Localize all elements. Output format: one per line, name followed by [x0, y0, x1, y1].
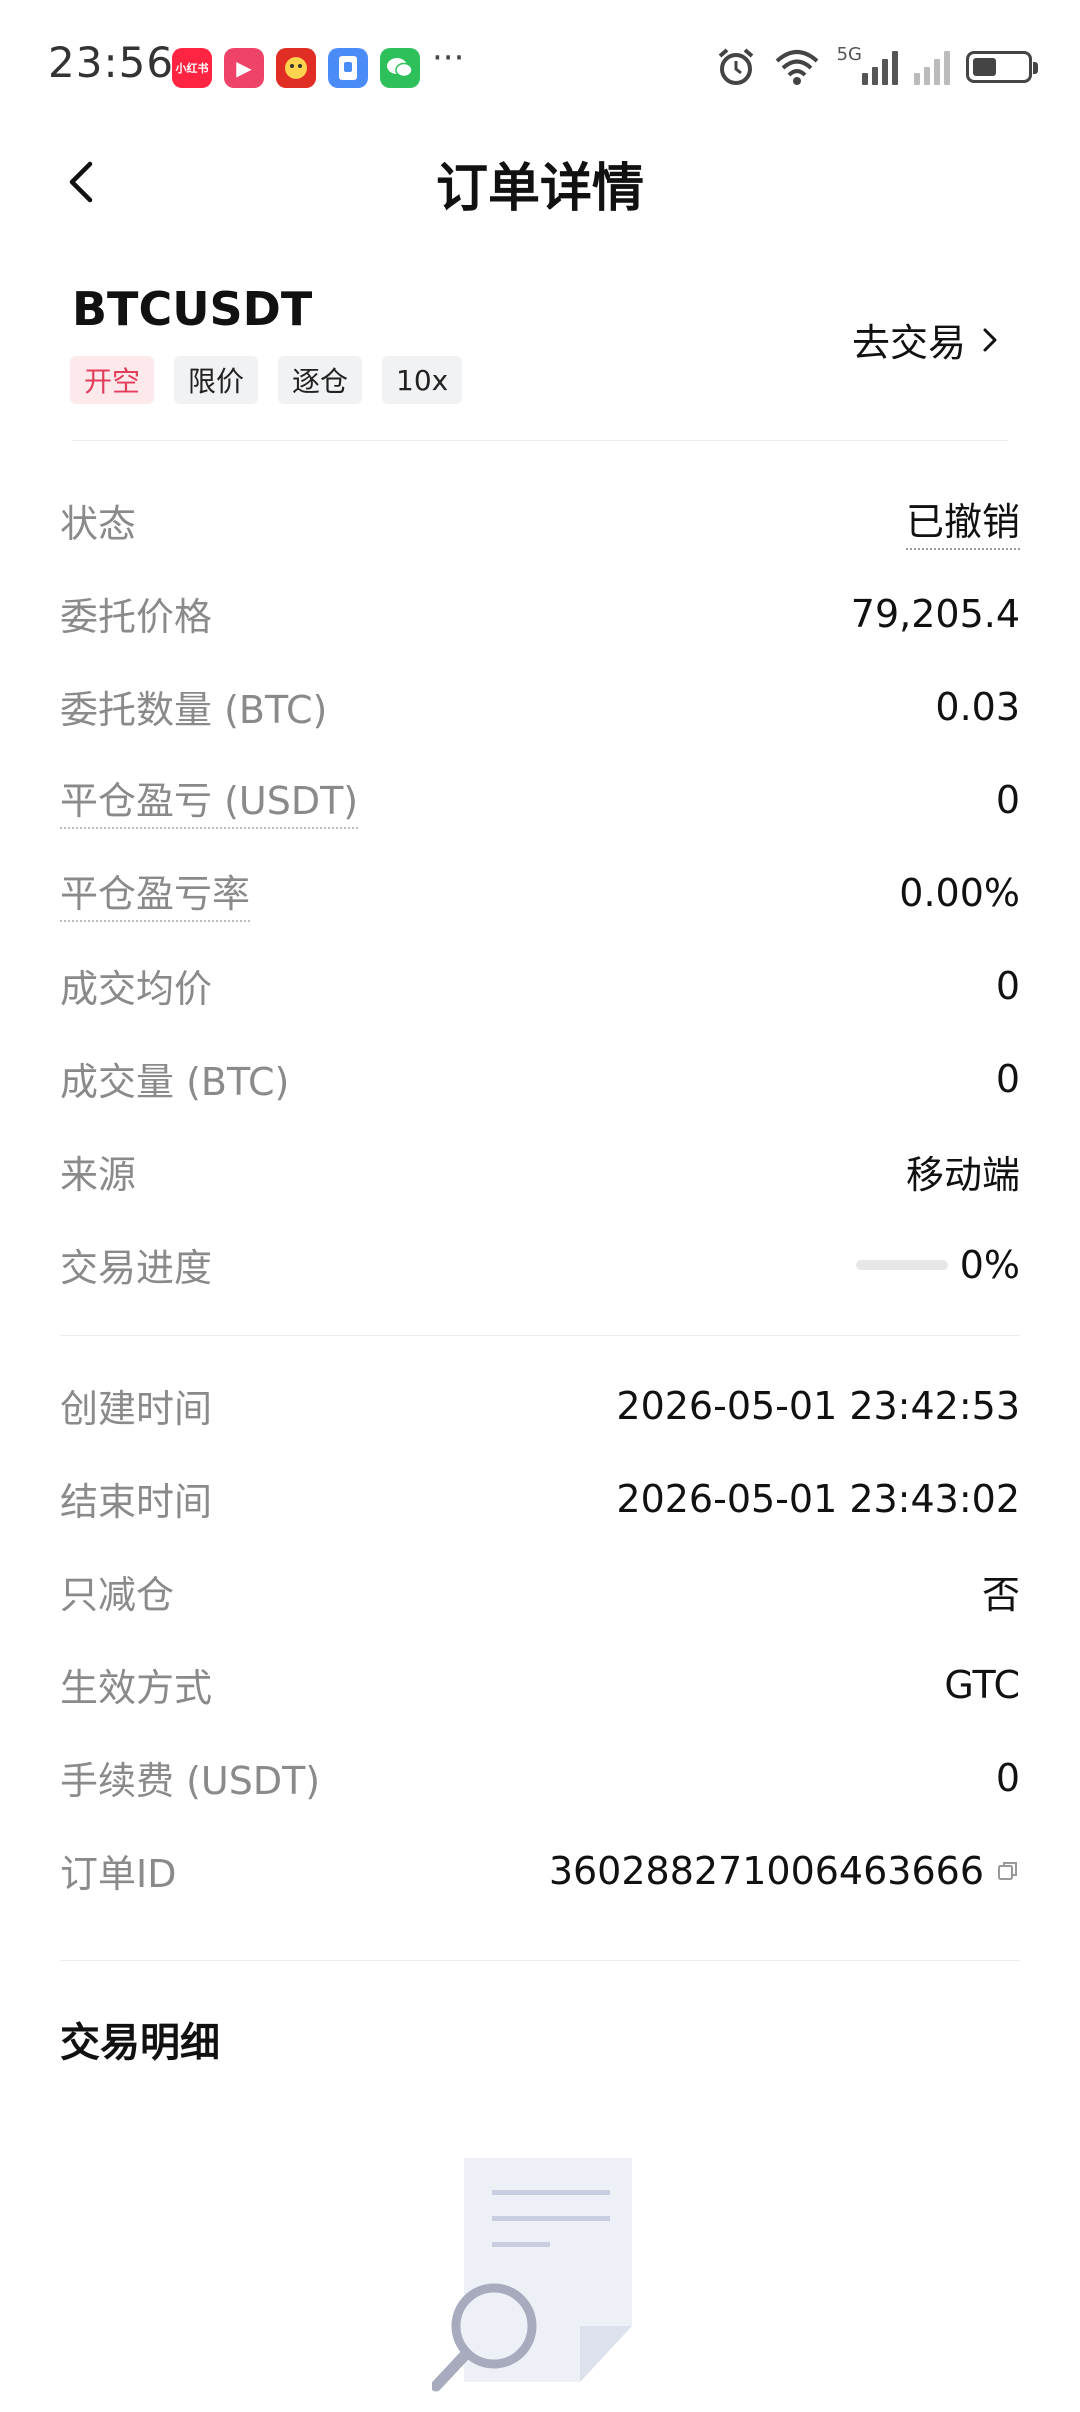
row-average-fill-price: 成交均价 0: [60, 939, 1020, 1032]
row-trade-progress: 交易进度 0%: [60, 1218, 1020, 1311]
notification-app-icons: 小红书 ▶: [172, 48, 420, 88]
row-label: 来源: [60, 1153, 137, 1197]
row-order-quantity: 委托数量 (BTC) 0.03: [60, 660, 1020, 753]
row-label: 委托价格: [60, 595, 213, 639]
row-label: 创建时间: [60, 1387, 213, 1431]
order-quantity-value: 0.03: [935, 684, 1020, 729]
order-id-value: 360288271006463666: [548, 1848, 984, 1893]
status-indicators: 5G: [715, 44, 1038, 88]
average-fill-price-value: 0: [995, 963, 1020, 1008]
trade-detail-title: 交易明细: [60, 2020, 220, 2066]
tag-limit-order: 限价: [174, 356, 259, 404]
status-time: 23:56: [48, 38, 175, 87]
row-source: 来源 移动端: [60, 1125, 1020, 1218]
filled-quantity-value: 0: [995, 1056, 1020, 1101]
fee-value: 0: [995, 1755, 1020, 1800]
wechat-icon: [380, 48, 420, 88]
order-info-list: 状态 已撤销 委托价格 79,205.4 委托数量 (BTC) 0.03 平仓盈…: [60, 474, 1020, 1917]
empty-document-search-icon: [432, 2158, 632, 2392]
signal-bars-secondary-icon: [914, 49, 950, 85]
reduce-only-value: 否: [981, 1573, 1020, 1617]
navigation-bar: 订单详情: [0, 132, 1080, 232]
row-time-in-force: 生效方式 GTC: [60, 1638, 1020, 1731]
trade-detail-divider: [60, 1960, 1020, 1961]
realized-pnl-rate-value: 0.00%: [899, 870, 1020, 915]
row-label: 手续费 (USDT): [60, 1759, 321, 1803]
section-divider: [60, 1311, 1020, 1359]
network-type-label: 5G: [836, 44, 862, 65]
page-title: 订单详情: [435, 159, 644, 219]
row-label: 生效方式: [60, 1666, 213, 1710]
tag-open-short: 开空: [70, 356, 155, 404]
progress-bar: [855, 1259, 948, 1270]
video-app-icon-glyph: ▶: [236, 56, 252, 80]
row-label: 订单ID: [60, 1852, 177, 1896]
realized-pnl-rate-label[interactable]: 平仓盈亏率: [60, 863, 251, 922]
wifi-icon: [775, 50, 818, 85]
source-value: 移动端: [905, 1153, 1020, 1197]
order-id: 360288271006463666: [549, 1849, 1020, 1893]
row-realized-pnl-rate: 平仓盈亏率 0.00%: [60, 846, 1020, 939]
order-price-value: 79,205.4: [850, 591, 1020, 636]
chevron-right-icon: [983, 328, 997, 351]
copy-icon[interactable]: [996, 1859, 1020, 1883]
more-notifications-icon: ···: [432, 38, 465, 78]
row-created-time: 创建时间 2026-05-01 23:42:53: [60, 1359, 1020, 1452]
row-label: 状态: [60, 502, 137, 546]
status-bar: 23:56 小红书 ▶ ··· 5G: [0, 0, 1080, 132]
time-in-force-value: GTC: [944, 1662, 1020, 1707]
progress-percent: 0%: [959, 1242, 1020, 1287]
cellular-signal-5g: 5G: [837, 44, 898, 85]
end-time-value: 2026-05-01 23:43:02: [616, 1476, 1020, 1521]
tag-leverage: 10x: [382, 356, 463, 404]
xiaohongshu-icon: 小红书: [172, 48, 212, 88]
trade-progress: 0%: [855, 1242, 1020, 1287]
wallet-app-icon: [328, 48, 368, 88]
header-divider: [72, 440, 1008, 441]
status-value[interactable]: 已撤销: [905, 491, 1020, 550]
row-label: 成交量 (BTC): [60, 1060, 290, 1104]
row-label: 交易进度: [60, 1246, 213, 1290]
pinduoduo-icon: [276, 48, 316, 88]
battery-icon: [966, 51, 1038, 83]
row-status: 状态 已撤销: [60, 474, 1020, 567]
go-trade-link[interactable]: 去交易: [852, 312, 1000, 367]
divider-line: [60, 1335, 1020, 1336]
tag-isolated-margin: 逐仓: [278, 356, 363, 404]
row-end-time: 结束时间 2026-05-01 23:43:02: [60, 1452, 1020, 1545]
row-order-id: 订单ID 360288271006463666: [60, 1824, 1020, 1917]
row-label: 委托数量 (BTC): [60, 688, 328, 732]
realized-pnl-value: 0: [995, 777, 1020, 822]
row-reduce-only: 只减仓 否: [60, 1545, 1020, 1638]
go-trade-label: 去交易: [851, 321, 966, 365]
row-label: 成交均价: [60, 967, 213, 1011]
alarm-icon: [718, 48, 753, 85]
row-label: 只减仓: [60, 1573, 175, 1617]
video-app-icon: ▶: [224, 48, 264, 88]
signal-bars-icon: [862, 49, 898, 85]
row-fee: 手续费 (USDT) 0: [60, 1731, 1020, 1824]
order-tags: 开空 限价 逐仓 10x: [70, 356, 463, 404]
battery-level: [973, 58, 996, 76]
trading-pair-symbol: BTCUSDT: [72, 282, 313, 336]
row-label: 结束时间: [60, 1480, 213, 1524]
realized-pnl-label[interactable]: 平仓盈亏 (USDT): [60, 770, 359, 829]
row-realized-pnl: 平仓盈亏 (USDT) 0: [60, 753, 1020, 846]
created-time-value: 2026-05-01 23:42:53: [616, 1383, 1020, 1428]
row-order-price: 委托价格 79,205.4: [60, 567, 1020, 660]
row-filled-quantity: 成交量 (BTC) 0: [60, 1032, 1020, 1125]
xiaohongshu-icon-text: 小红书: [175, 62, 209, 75]
order-detail-page: 23:56 小红书 ▶ ··· 5G 订单详情 BTCUSDT 开空 限价 逐仓…: [0, 0, 1080, 2412]
